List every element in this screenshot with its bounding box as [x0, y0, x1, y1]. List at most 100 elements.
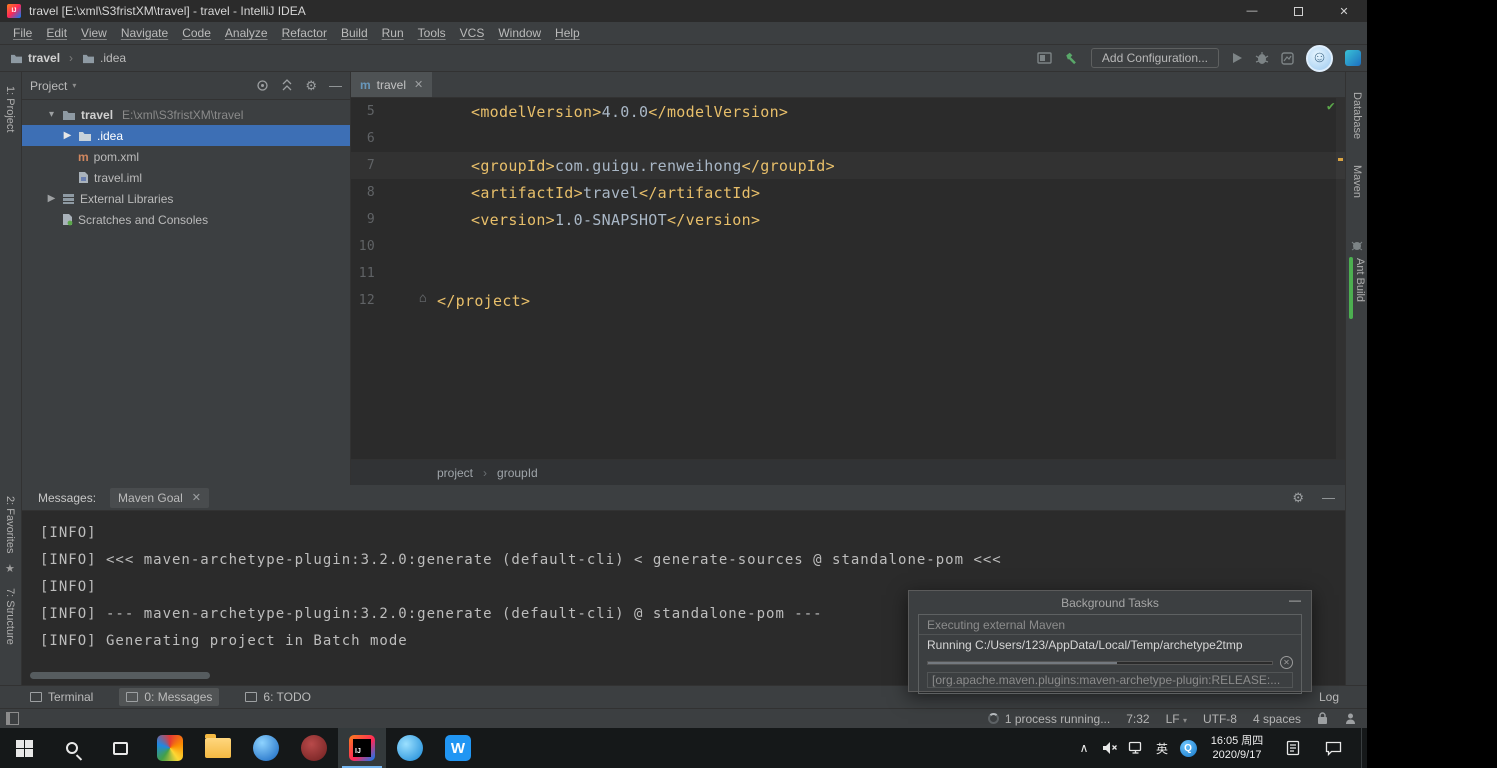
tree-item-travel-root[interactable]: ▾ travel E:\xml\S3fristXM\travel: [22, 104, 350, 125]
profiler-icon[interactable]: [1281, 51, 1294, 65]
minimize-icon[interactable]: —: [1289, 593, 1301, 607]
tree-item-idea-folder[interactable]: ▶ .idea: [22, 125, 350, 146]
menu-view[interactable]: View: [74, 26, 114, 40]
project-panel-title[interactable]: Project: [30, 79, 67, 93]
build-hammer-icon[interactable]: [1064, 51, 1079, 65]
menu-refactor[interactable]: Refactor: [275, 26, 334, 40]
toolwindow-todo[interactable]: 6: TODO: [245, 690, 311, 704]
horizontal-scrollbar[interactable]: [30, 672, 210, 679]
fold-marker-icon[interactable]: ⌂: [419, 291, 427, 306]
menu-tools[interactable]: Tools: [411, 26, 453, 40]
menu-analyze[interactable]: Analyze: [218, 26, 275, 40]
code-line: 6: [351, 125, 1345, 152]
lock-icon[interactable]: [1317, 712, 1328, 725]
menu-vcs[interactable]: VCS: [453, 26, 492, 40]
xml-open-tag: <groupId>: [471, 156, 555, 175]
tree-item-pom-xml[interactable]: m pom.xml: [22, 146, 350, 167]
menu-window[interactable]: Window: [491, 26, 548, 40]
chevron-right-icon[interactable]: ▶: [62, 130, 73, 141]
indent-indicator[interactable]: 4 spaces: [1253, 712, 1301, 726]
menu-build[interactable]: Build: [334, 26, 375, 40]
taskbar-app-music[interactable]: [290, 728, 338, 768]
toolwindow-terminal[interactable]: Terminal: [30, 690, 93, 704]
close-icon[interactable]: ✕: [192, 491, 201, 504]
cancel-task-icon[interactable]: ✕: [1280, 656, 1293, 669]
breadcrumb-project[interactable]: project: [437, 466, 473, 480]
ime-indicator[interactable]: 英: [1149, 728, 1175, 768]
close-icon[interactable]: ✕: [1321, 0, 1367, 22]
code-editor[interactable]: 5 <modelVersion>4.0.0</modelVersion> 6 7…: [351, 98, 1345, 459]
network-button[interactable]: [1123, 728, 1149, 768]
taskbar-app-wiz[interactable]: W: [434, 728, 482, 768]
gear-icon[interactable]: ⚙: [1292, 490, 1304, 506]
tray-qq-button[interactable]: Q: [1175, 728, 1201, 768]
tab-travel[interactable]: m travel ✕: [351, 72, 433, 97]
menu-file[interactable]: File: [6, 26, 39, 40]
sidebar-item-favorites[interactable]: 2: Favorites: [4, 496, 16, 553]
caret-position[interactable]: 7:32: [1126, 712, 1149, 726]
popup-title-bar[interactable]: Background Tasks —: [909, 591, 1311, 614]
plugin-icon[interactable]: [1345, 50, 1361, 66]
menu-run[interactable]: Run: [375, 26, 411, 40]
toolwindow-messages[interactable]: 0: Messages: [119, 688, 220, 706]
chevron-down-icon[interactable]: ▾: [72, 81, 76, 90]
volume-button[interactable]: [1097, 728, 1123, 768]
tree-item-external-libraries[interactable]: ▶ External Libraries: [22, 188, 350, 209]
collapse-all-icon[interactable]: [281, 79, 293, 92]
editor-scrollbar[interactable]: [1336, 98, 1345, 459]
nav-crumb-project[interactable]: travel: [28, 51, 60, 65]
run-icon[interactable]: [1231, 52, 1243, 64]
sidebar-item-database[interactable]: Database: [1351, 92, 1363, 139]
show-desktop-button[interactable]: [1361, 728, 1367, 768]
inspector-icon[interactable]: [1344, 712, 1357, 725]
toolwindow-event-log[interactable]: Log: [1319, 690, 1339, 704]
tab-maven-goal[interactable]: Maven Goal ✕: [110, 487, 209, 508]
title-bar[interactable]: IJ travel [E:\xml\S3fristXM\travel] - tr…: [0, 0, 1367, 22]
menu-code[interactable]: Code: [175, 26, 218, 40]
hide-panel-icon[interactable]: —: [1322, 490, 1335, 506]
chevron-down-icon[interactable]: ▾: [46, 109, 57, 120]
maximize-icon[interactable]: [1275, 0, 1321, 22]
chevron-right-icon[interactable]: ▶: [46, 193, 57, 204]
hide-panel-icon[interactable]: —: [329, 78, 342, 93]
taskbar-app-media[interactable]: [146, 728, 194, 768]
breadcrumb-groupid[interactable]: groupId: [497, 466, 538, 480]
tree-item-travel-iml[interactable]: travel.iml: [22, 167, 350, 188]
taskbar-app-browser[interactable]: [242, 728, 290, 768]
avatar[interactable]: ☺: [1306, 44, 1333, 72]
task-view-button[interactable]: [96, 728, 144, 768]
intention-bulb-icon[interactable]: [441, 158, 454, 173]
inspections-ok-icon[interactable]: ✔: [1327, 99, 1335, 114]
gear-icon[interactable]: ⚙: [305, 78, 317, 94]
taskbar-app-intellij[interactable]: IJ: [338, 728, 386, 768]
encoding-indicator[interactable]: UTF-8: [1203, 712, 1237, 726]
debug-icon[interactable]: [1255, 51, 1269, 65]
taskbar-search-button[interactable]: [48, 728, 96, 768]
taskbar-clock[interactable]: 16:05 周四 2020/9/17: [1201, 734, 1273, 763]
sidebar-item-ant-build[interactable]: Ant Build: [1354, 258, 1366, 302]
minimize-icon[interactable]: —: [1229, 0, 1275, 22]
taskbar-app-edge[interactable]: [386, 728, 434, 768]
sidebar-item-project[interactable]: 1: Project: [4, 86, 16, 132]
menu-navigate[interactable]: Navigate: [114, 26, 175, 40]
tree-item-scratches[interactable]: Scratches and Consoles: [22, 209, 350, 230]
taskbar-app-explorer[interactable]: [194, 728, 242, 768]
line-separator-indicator[interactable]: LF ▾: [1166, 712, 1187, 726]
ant-icon[interactable]: [1351, 240, 1363, 252]
favorites-star-icon[interactable]: ★: [5, 562, 15, 575]
menu-edit[interactable]: Edit: [39, 26, 74, 40]
toolwindow-switcher-icon[interactable]: [6, 712, 19, 725]
start-button[interactable]: [0, 728, 48, 768]
tray-notes-button[interactable]: [1273, 728, 1313, 768]
close-icon[interactable]: ✕: [414, 78, 423, 91]
background-process-status[interactable]: 1 process running...: [987, 712, 1110, 726]
sidebar-item-maven[interactable]: Maven: [1351, 165, 1363, 198]
locate-file-icon[interactable]: [256, 79, 269, 92]
tray-expand-button[interactable]: ∧: [1071, 728, 1097, 768]
add-configuration-button[interactable]: Add Configuration...: [1090, 48, 1219, 68]
sidebar-item-structure[interactable]: 7: Structure: [4, 588, 16, 645]
menu-help[interactable]: Help: [548, 26, 587, 40]
nav-crumb-folder[interactable]: .idea: [100, 51, 126, 65]
action-center-button[interactable]: [1313, 728, 1353, 768]
preview-icon[interactable]: [1037, 51, 1052, 65]
